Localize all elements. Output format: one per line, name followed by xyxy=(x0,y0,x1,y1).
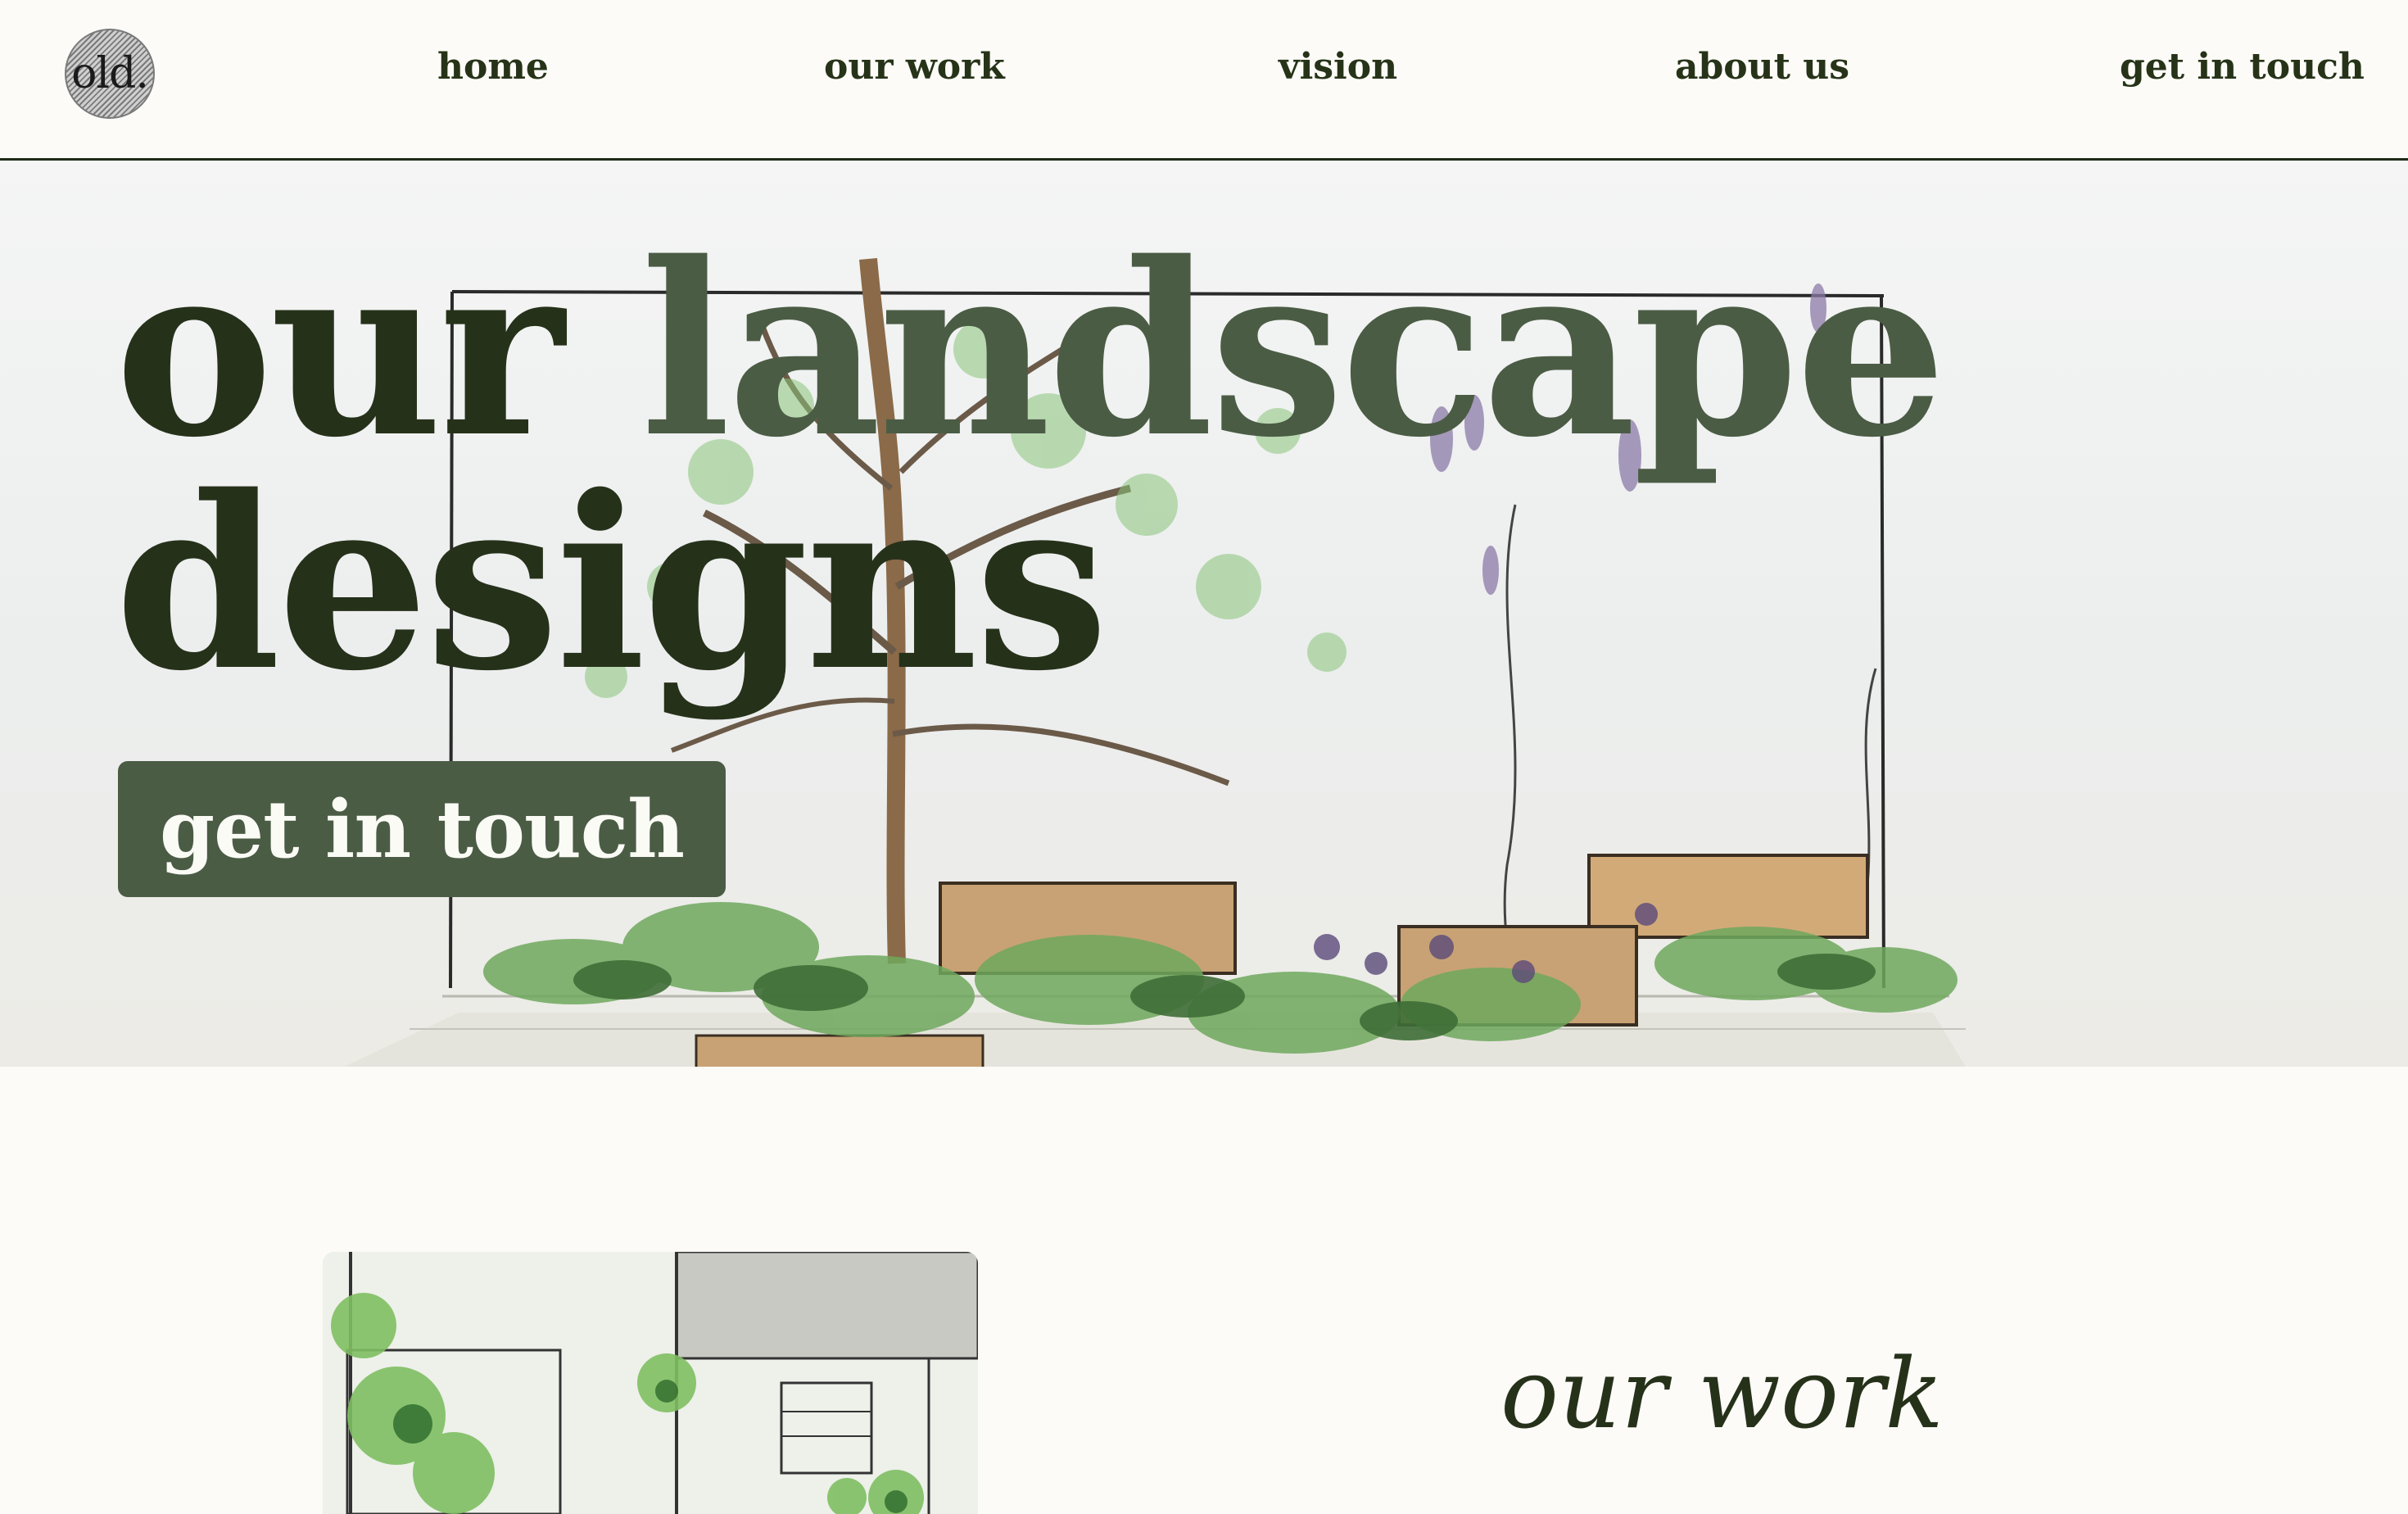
nav-home[interactable]: home xyxy=(437,47,549,87)
nav-get-in-touch[interactable]: get in touch xyxy=(2120,47,2365,87)
hero-title: our landscape designs xyxy=(115,232,1947,703)
work-plan-sketch-image xyxy=(323,1252,978,1514)
top-navigation: old. home our work vision about us get i… xyxy=(0,0,2408,161)
logo-text: old. xyxy=(71,49,149,98)
logo[interactable]: old. xyxy=(65,29,155,119)
nav-vision[interactable]: vision xyxy=(1279,47,1397,87)
our-work-heading: our work xyxy=(1500,1337,1944,1450)
nav-about-us[interactable]: about us xyxy=(1675,47,1849,87)
nav-our-work[interactable]: our work xyxy=(824,47,1005,87)
hero-get-in-touch-button[interactable]: get in touch xyxy=(118,761,726,897)
hero-title-word-designs: designs xyxy=(115,445,1109,723)
hero-section: our landscape designs get in touch xyxy=(0,161,2408,1067)
